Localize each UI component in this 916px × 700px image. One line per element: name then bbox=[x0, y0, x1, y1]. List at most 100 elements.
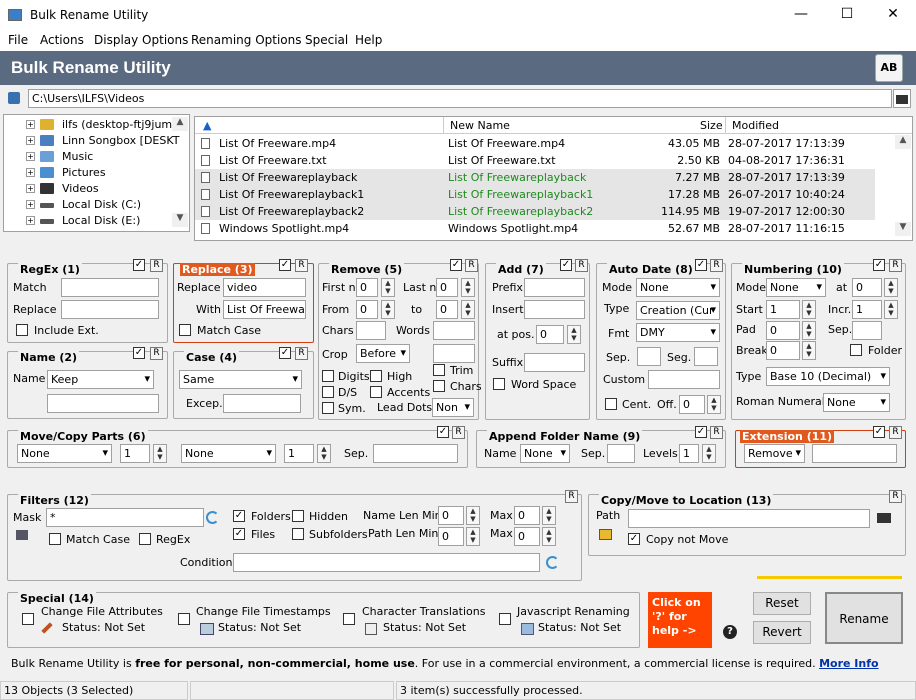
fmt-dropdown[interactable]: DMY bbox=[636, 323, 720, 342]
case-dropdown[interactable]: Same bbox=[179, 370, 302, 389]
from-spinner[interactable]: ▲ ▼ bbox=[381, 300, 395, 319]
menu-display-options[interactable]: Display Options bbox=[94, 33, 188, 47]
levels-spinner[interactable]: ▲ ▼ bbox=[702, 444, 716, 463]
more-info-link[interactable]: More Info bbox=[819, 657, 879, 670]
filter-import-icon[interactable] bbox=[16, 530, 28, 540]
autodate-type-dropdown[interactable]: Creation (Cur bbox=[636, 301, 720, 320]
maximize-button[interactable]: ☐ bbox=[824, 0, 870, 31]
filters-regex-checkbox[interactable] bbox=[139, 533, 151, 545]
translations-checkbox[interactable] bbox=[343, 613, 355, 625]
break-input[interactable]: 0 bbox=[766, 341, 800, 360]
folder-tree[interactable]: + ilfs (desktop-ftj9jum) + Linn Songbox [D… bbox=[3, 114, 190, 232]
movecopy-n1-input[interactable]: 1 bbox=[120, 444, 150, 463]
numbering-mode-dropdown[interactable]: None bbox=[766, 278, 826, 297]
movecopy-sep-input[interactable] bbox=[373, 444, 458, 463]
regex-reset-button[interactable]: R bbox=[150, 259, 163, 272]
autodate-sep-input[interactable] bbox=[637, 347, 661, 366]
namelenmax-spinner[interactable]: ▲ ▼ bbox=[542, 506, 556, 525]
mask-input[interactable]: * bbox=[46, 508, 204, 527]
appendfolder-reset-button[interactable]: R bbox=[710, 426, 723, 439]
condition-input[interactable] bbox=[233, 553, 540, 572]
sym-checkbox[interactable] bbox=[322, 402, 334, 414]
table-row[interactable]: List Of Freeware.txt List Of Freeware.txt… bbox=[195, 152, 875, 169]
table-row[interactable]: List Of Freewareplayback List Of Freeware… bbox=[195, 169, 875, 186]
start-input[interactable]: 1 bbox=[766, 300, 800, 319]
attributes-checkbox[interactable] bbox=[22, 613, 34, 625]
at-spinner[interactable]: ▲ ▼ bbox=[884, 278, 898, 297]
menu-renaming-options[interactable]: Renaming Options bbox=[191, 33, 302, 47]
help-box[interactable]: Click on '?' for help -> bbox=[648, 592, 712, 648]
with-input[interactable]: List Of Freeware bbox=[223, 300, 306, 319]
namelenmin-spinner[interactable]: ▲ ▼ bbox=[466, 506, 480, 525]
autodate-reset-button[interactable]: R bbox=[710, 259, 723, 272]
wordspace-checkbox[interactable] bbox=[493, 378, 505, 390]
menu-file[interactable]: File bbox=[8, 33, 28, 47]
movecopy-enable-checkbox[interactable]: ✓ bbox=[437, 426, 449, 438]
crop-input[interactable] bbox=[433, 344, 475, 363]
digits-checkbox[interactable] bbox=[322, 370, 334, 382]
autodate-mode-dropdown[interactable]: None bbox=[636, 278, 720, 297]
timestamps-checkbox[interactable] bbox=[178, 613, 190, 625]
to-spinner[interactable]: ▲ ▼ bbox=[461, 300, 475, 319]
prefix-input[interactable] bbox=[524, 278, 585, 297]
case-enable-checkbox[interactable]: ✓ bbox=[279, 347, 291, 359]
folders-checkbox[interactable]: ✓ bbox=[233, 510, 245, 522]
accents-checkbox[interactable] bbox=[370, 386, 382, 398]
suffix-input[interactable] bbox=[524, 353, 585, 372]
name-dropdown[interactable]: Keep bbox=[47, 370, 154, 389]
ds-checkbox[interactable] bbox=[322, 386, 334, 398]
pathlenmin-spinner[interactable]: ▲ ▼ bbox=[466, 527, 480, 546]
crop-dropdown[interactable]: Before bbox=[356, 344, 410, 363]
remove-enable-checkbox[interactable]: ✓ bbox=[450, 259, 462, 271]
levels-input[interactable]: 1 bbox=[679, 444, 699, 463]
copynotmove-checkbox[interactable]: ✓ bbox=[628, 533, 640, 545]
incr-input[interactable]: 1 bbox=[852, 300, 882, 319]
scroll-down-icon[interactable]: ▼ bbox=[172, 213, 188, 227]
movecopy-mode1-dropdown[interactable]: None bbox=[17, 444, 112, 463]
table-row[interactable]: List Of Freeware.mp4 List Of Freeware.mp4… bbox=[195, 135, 875, 152]
case-reset-button[interactable]: R bbox=[295, 347, 308, 360]
namelenmin-input[interactable]: 0 bbox=[438, 506, 464, 525]
path-nav-icon[interactable] bbox=[8, 92, 20, 104]
movecopy-n2-spinner[interactable]: ▲ ▼ bbox=[317, 444, 331, 463]
column-modified[interactable]: Modified bbox=[725, 117, 779, 133]
chars-input[interactable] bbox=[356, 321, 386, 340]
to-input[interactable]: 0 bbox=[436, 300, 458, 319]
lastn-input[interactable]: 0 bbox=[436, 278, 458, 297]
refresh-icon[interactable] bbox=[206, 511, 219, 524]
extension-enable-checkbox[interactable]: ✓ bbox=[873, 426, 885, 438]
scroll-up-icon[interactable]: ▲ bbox=[172, 117, 188, 131]
copymove-folder-icon[interactable] bbox=[877, 513, 891, 523]
movecopy-mode2-dropdown[interactable]: None bbox=[181, 444, 276, 463]
table-row[interactable]: Windows Spotlight.mp4 Windows Spotlight.m… bbox=[195, 220, 875, 237]
menu-special[interactable]: Special bbox=[305, 33, 348, 47]
replace-reset-button[interactable]: R bbox=[295, 259, 308, 272]
sort-arrow-icon[interactable]: ▲ bbox=[203, 119, 211, 132]
movecopy-reset-button[interactable]: R bbox=[452, 426, 465, 439]
filters-matchcase-checkbox[interactable] bbox=[49, 533, 61, 545]
replace-input[interactable]: video bbox=[223, 278, 306, 297]
trim-checkbox[interactable] bbox=[433, 364, 445, 376]
extension-reset-button[interactable]: R bbox=[889, 426, 902, 439]
table-row[interactable]: List Of Freewareplayback2 List Of Freewar… bbox=[195, 203, 875, 220]
chars-checkbox[interactable] bbox=[433, 380, 445, 392]
file-list[interactable]: ▲ New Name Size Modified List Of Freewar… bbox=[194, 116, 913, 241]
roman-dropdown[interactable]: None bbox=[823, 393, 890, 412]
regex-replace-input[interactable] bbox=[61, 300, 159, 319]
appendfolder-enable-checkbox[interactable]: ✓ bbox=[695, 426, 707, 438]
subfolders-checkbox[interactable] bbox=[292, 528, 304, 540]
namelenmax-input[interactable]: 0 bbox=[514, 506, 540, 525]
filters-reset-button[interactable]: R bbox=[565, 490, 578, 503]
autodate-enable-checkbox[interactable]: ✓ bbox=[695, 259, 707, 271]
extension-input[interactable] bbox=[812, 444, 897, 463]
table-row[interactable]: List Of Freewareplayback1 List Of Freewar… bbox=[195, 186, 875, 203]
words-input[interactable] bbox=[433, 321, 475, 340]
movecopy-n1-spinner[interactable]: ▲ ▼ bbox=[153, 444, 167, 463]
firstn-spinner[interactable]: ▲ ▼ bbox=[381, 278, 395, 297]
numbering-reset-button[interactable]: R bbox=[889, 259, 902, 272]
regex-enable-checkbox[interactable]: ✓ bbox=[133, 259, 145, 271]
appendfolder-name-dropdown[interactable]: None bbox=[520, 444, 570, 463]
numbering-type-dropdown[interactable]: Base 10 (Decimal) bbox=[766, 367, 890, 386]
from-input[interactable]: 0 bbox=[356, 300, 378, 319]
regex-match-input[interactable] bbox=[61, 278, 159, 297]
